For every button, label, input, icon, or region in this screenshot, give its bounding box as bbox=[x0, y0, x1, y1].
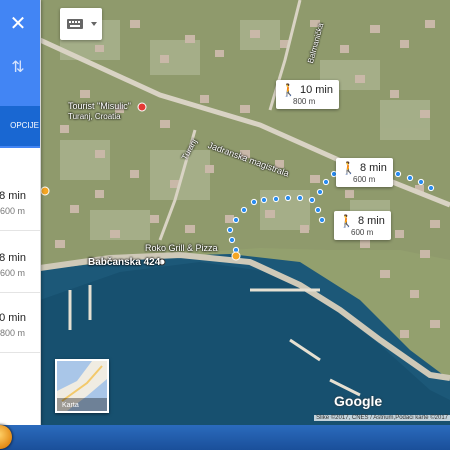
chevron-down-icon bbox=[91, 22, 97, 26]
route-distance: 800 m bbox=[0, 328, 25, 338]
callout-time: 10 min bbox=[299, 84, 333, 96]
directions-panel: ✕ ⇅ OPCIJE 8 min 600 m 8 min 600 m 10 mi… bbox=[0, 0, 41, 425]
restaurant-label[interactable]: Roko Grill & Pizza bbox=[145, 243, 218, 253]
route-callout-3[interactable]: 🚶 8 min 600 m bbox=[334, 211, 391, 240]
callout-distance: 600 m bbox=[351, 228, 374, 237]
callout-distance: 800 m bbox=[293, 97, 316, 106]
panel-edge bbox=[40, 0, 41, 425]
route-callout-2[interactable]: 🚶 8 min 600 m bbox=[336, 158, 393, 187]
route-callout-1[interactable]: 🚶 10 min 800 m bbox=[276, 80, 339, 109]
swap-icon[interactable]: ⇅ bbox=[6, 56, 30, 80]
route-option-1[interactable]: 8 min 600 m bbox=[0, 178, 41, 231]
close-icon[interactable]: ✕ bbox=[6, 12, 30, 36]
minimap-label: Karta bbox=[62, 402, 79, 409]
route-option-2[interactable]: 8 min 600 m bbox=[0, 240, 41, 293]
walking-icon: 🚶 bbox=[339, 214, 354, 228]
address-label[interactable]: Babčanska 424 bbox=[88, 257, 160, 268]
route-time: 10 min bbox=[0, 312, 26, 324]
place-label[interactable]: Tourist "Misulic" bbox=[68, 101, 131, 111]
map-view[interactable]: Tourist "Misulic" Turanj, Croatia Jadran… bbox=[0, 0, 450, 425]
walking-icon: 🚶 bbox=[281, 83, 296, 97]
walking-icon: 🚶 bbox=[341, 161, 356, 175]
options-label: OPCIJE bbox=[10, 121, 39, 130]
keyboard-icon bbox=[67, 19, 97, 29]
options-tab[interactable]: OPCIJE bbox=[0, 106, 41, 146]
taskbar bbox=[0, 425, 450, 450]
map-attribution[interactable]: Slike ©2017, CNES / Astrium,Podaci karte… bbox=[314, 415, 450, 421]
route-time: 8 min bbox=[0, 190, 26, 202]
route-distance: 600 m bbox=[0, 206, 25, 216]
route-option-3[interactable]: 10 min 800 m bbox=[0, 300, 41, 353]
place-sublabel: Turanj, Croatia bbox=[68, 112, 121, 121]
google-logo: Google bbox=[334, 393, 383, 409]
directions-header: ✕ ⇅ OPCIJE bbox=[0, 0, 41, 148]
route-distance: 600 m bbox=[0, 268, 25, 278]
route-time: 8 min bbox=[0, 252, 26, 264]
keyboard-layer-button[interactable] bbox=[60, 8, 102, 40]
map-type-toggle[interactable]: Karta bbox=[55, 359, 109, 413]
callout-time: 8 min bbox=[357, 215, 385, 227]
callout-time: 8 min bbox=[359, 162, 387, 174]
map-thumbnail: Karta bbox=[57, 361, 107, 411]
callout-distance: 600 m bbox=[353, 175, 376, 184]
